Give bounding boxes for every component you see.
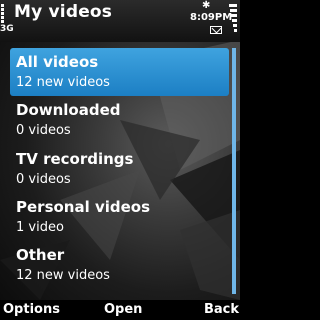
bluetooth-icon: ✱: [202, 0, 211, 11]
list-item-subtitle: 1 video: [16, 220, 64, 235]
list-item-personal-videos[interactable]: Personal videos 1 video: [10, 193, 229, 241]
phone-screen: 3G My videos ✱ 8:09PM All videos 12 new …: [0, 0, 240, 320]
list-item-title: Personal videos: [16, 198, 151, 216]
options-softkey[interactable]: Options: [3, 302, 60, 317]
email-icon: [210, 26, 222, 34]
open-softkey[interactable]: Open: [104, 302, 142, 317]
back-softkey[interactable]: Back: [204, 302, 239, 317]
page-title: My videos: [14, 2, 113, 22]
list-item-downloaded[interactable]: Downloaded 0 videos: [10, 96, 229, 144]
list-item-title: TV recordings: [16, 150, 134, 168]
list-item-subtitle: 0 videos: [16, 172, 71, 187]
list-item-other[interactable]: Other 12 new videos: [10, 241, 229, 289]
clock: 8:09PM: [190, 12, 233, 23]
list-item-subtitle: 12 new videos: [16, 75, 110, 90]
list-item-title: Downloaded: [16, 101, 121, 119]
battery-icon: [229, 4, 237, 34]
list-item-all-videos[interactable]: All videos 12 new videos: [10, 48, 229, 96]
list-item-subtitle: 12 new videos: [16, 268, 110, 283]
list-item-title: All videos: [16, 53, 99, 71]
title-bar: 3G My videos ✱ 8:09PM: [0, 0, 240, 42]
softkey-bar: Options Open Back: [0, 300, 240, 320]
scrollbar[interactable]: [232, 48, 236, 294]
network-type: 3G: [0, 24, 14, 34]
list-item-title: Other: [16, 246, 65, 264]
signal-strength-icon: [1, 4, 11, 24]
list-item-subtitle: 0 videos: [16, 123, 71, 138]
list-item-tv-recordings[interactable]: TV recordings 0 videos: [10, 145, 229, 193]
